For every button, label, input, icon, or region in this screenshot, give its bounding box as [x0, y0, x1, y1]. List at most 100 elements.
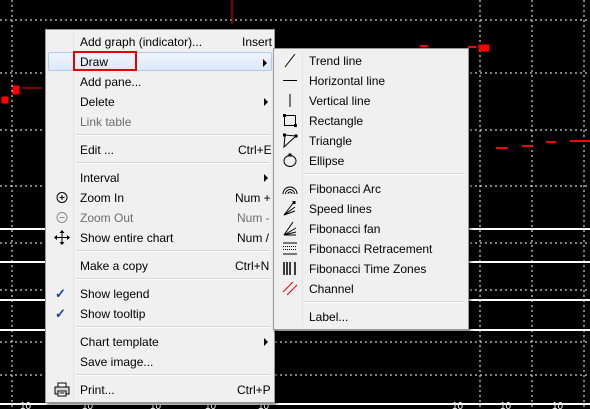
zoom-in-icon: [56, 192, 68, 203]
menu-item-label: Add graph (indicator)...: [80, 35, 203, 49]
menu-item-shortcut: Num /: [237, 231, 270, 245]
draw-item-label: Label...: [309, 310, 349, 324]
menu-item-label: Delete: [80, 95, 115, 109]
menu-separator: [304, 173, 464, 175]
draw-item-trend-line[interactable]: Trend line: [276, 51, 466, 70]
menu-item-chart-template[interactable]: Chart template: [48, 332, 272, 351]
draw-item-ellipse[interactable]: Ellipse: [276, 151, 466, 170]
draw-item-channel[interactable]: Channel: [276, 279, 466, 298]
menu-item-label: Show legend: [80, 287, 150, 301]
draw-item-label: Horizontal line: [309, 74, 386, 88]
svg-text:10: 10: [500, 401, 512, 409]
chevron-right-icon: [264, 98, 268, 106]
vertical-line-icon: [289, 94, 291, 107]
menu-item-label: Edit ...: [80, 143, 115, 157]
menu-item-show-entire-chart[interactable]: Show entire chart Num /: [48, 228, 272, 247]
draw-item-fibonacci-retracement[interactable]: Fibonacci Retracement: [276, 239, 466, 258]
checkmark-icon: ✓: [55, 286, 66, 301]
annotation-highlight-box: [73, 51, 137, 71]
draw-item-label: Fibonacci fan: [309, 222, 381, 236]
fibonacci-fan-icon: [283, 221, 297, 236]
menu-item-label: Link table: [80, 115, 132, 129]
menu-item-zoom-in[interactable]: Zoom In Num +: [48, 188, 272, 207]
ellipse-icon: [283, 153, 297, 167]
menu-item-shortcut: Num +: [235, 191, 271, 205]
draw-item-label: Trend line: [309, 54, 362, 68]
menu-item-label: Zoom In: [80, 191, 125, 205]
menu-separator: [76, 374, 270, 376]
draw-item-fibonacci-time-zones[interactable]: Fibonacci Time Zones: [276, 259, 466, 278]
draw-item-label: Channel: [309, 282, 354, 296]
draw-item-rectangle[interactable]: Rectangle: [276, 111, 466, 130]
channel-icon: [282, 281, 298, 296]
menu-item-shortcut: Insert: [242, 35, 273, 49]
menu-item-label: Print...: [80, 383, 115, 397]
draw-item-label: Ellipse: [309, 154, 345, 168]
context-menu: Add graph (indicator)... Insert Draw Add…: [45, 29, 275, 403]
draw-submenu: Trend line Horizontal line Vertical line…: [273, 48, 469, 330]
draw-item-label: Fibonacci Arc: [309, 182, 382, 196]
draw-item-horizontal-line[interactable]: Horizontal line: [276, 71, 466, 90]
draw-item-speed-lines[interactable]: Speed lines: [276, 199, 466, 218]
menu-item-add-graph[interactable]: Add graph (indicator)... Insert: [48, 32, 272, 51]
menu-item-print[interactable]: Print... Ctrl+P: [48, 380, 272, 399]
menu-item-shortcut: Ctrl+N: [235, 259, 270, 273]
trend-line-icon: [284, 53, 296, 68]
menu-item-show-tooltip[interactable]: ✓ Show tooltip: [48, 304, 272, 323]
rectangle-icon: [283, 114, 297, 127]
menu-item-shortcut: Num -: [237, 211, 270, 225]
svg-text:10: 10: [552, 401, 564, 409]
chevron-right-icon: [264, 338, 268, 346]
draw-item-label: Rectangle: [309, 114, 364, 128]
horizontal-line-icon: [283, 80, 297, 81]
menu-item-shortcut: Ctrl+P: [237, 383, 271, 397]
menu-item-label: Show entire chart: [80, 231, 174, 245]
printer-icon: [54, 382, 70, 397]
svg-text:10: 10: [20, 401, 32, 409]
menu-item-zoom-out[interactable]: Zoom Out Num -: [48, 208, 272, 227]
checkmark-icon: ✓: [55, 306, 66, 321]
draw-item-label: Triangle: [309, 134, 352, 148]
chevron-right-icon: [263, 59, 267, 67]
triangle-icon: [283, 133, 298, 149]
menu-item-label: Interval: [80, 171, 120, 185]
svg-text:10: 10: [452, 401, 464, 409]
menu-separator: [76, 250, 270, 252]
menu-separator: [304, 301, 464, 303]
move-arrows-icon: [54, 230, 70, 245]
menu-item-label: Chart template: [80, 335, 159, 349]
menu-item-add-pane[interactable]: Add pane...: [48, 72, 272, 91]
draw-item-label: Speed lines: [309, 202, 372, 216]
zoom-out-icon: [56, 212, 68, 223]
menu-separator: [76, 134, 270, 136]
menu-item-label: Zoom Out: [80, 211, 134, 225]
fibonacci-retracement-icon: [283, 242, 297, 255]
draw-item-label: Fibonacci Retracement: [309, 242, 433, 256]
chevron-right-icon: [264, 174, 268, 182]
menu-item-label: Show tooltip: [80, 307, 146, 321]
menu-item-save-image[interactable]: Save image...: [48, 352, 272, 371]
draw-item-label: Vertical line: [309, 94, 371, 108]
draw-item-vertical-line[interactable]: Vertical line: [276, 91, 466, 110]
menu-item-interval[interactable]: Interval: [48, 168, 272, 187]
menu-separator: [76, 326, 270, 328]
fibonacci-arc-icon: [282, 186, 298, 195]
draw-item-fibonacci-arc[interactable]: Fibonacci Arc: [276, 179, 466, 198]
menu-item-label: Save image...: [80, 355, 154, 369]
draw-item-fibonacci-fan[interactable]: Fibonacci fan: [276, 219, 466, 238]
menu-item-link-table[interactable]: Link table: [48, 112, 272, 131]
menu-item-edit[interactable]: Edit ... Ctrl+E: [48, 140, 272, 159]
draw-item-label: Fibonacci Time Zones: [309, 262, 427, 276]
menu-item-show-legend[interactable]: ✓ Show legend: [48, 284, 272, 303]
speed-lines-icon: [283, 201, 296, 216]
menu-separator: [76, 162, 270, 164]
menu-item-label: Make a copy: [80, 259, 149, 273]
menu-separator: [76, 278, 270, 280]
draw-item-triangle[interactable]: Triangle: [276, 131, 466, 150]
menu-item-delete[interactable]: Delete: [48, 92, 272, 111]
menu-item-make-a-copy[interactable]: Make a copy Ctrl+N: [48, 256, 272, 275]
draw-item-label-tool[interactable]: Label...: [276, 307, 466, 326]
menu-item-shortcut: Ctrl+E: [238, 143, 272, 157]
menu-item-label: Add pane...: [80, 75, 142, 89]
fibonacci-time-zones-icon: [283, 262, 296, 275]
